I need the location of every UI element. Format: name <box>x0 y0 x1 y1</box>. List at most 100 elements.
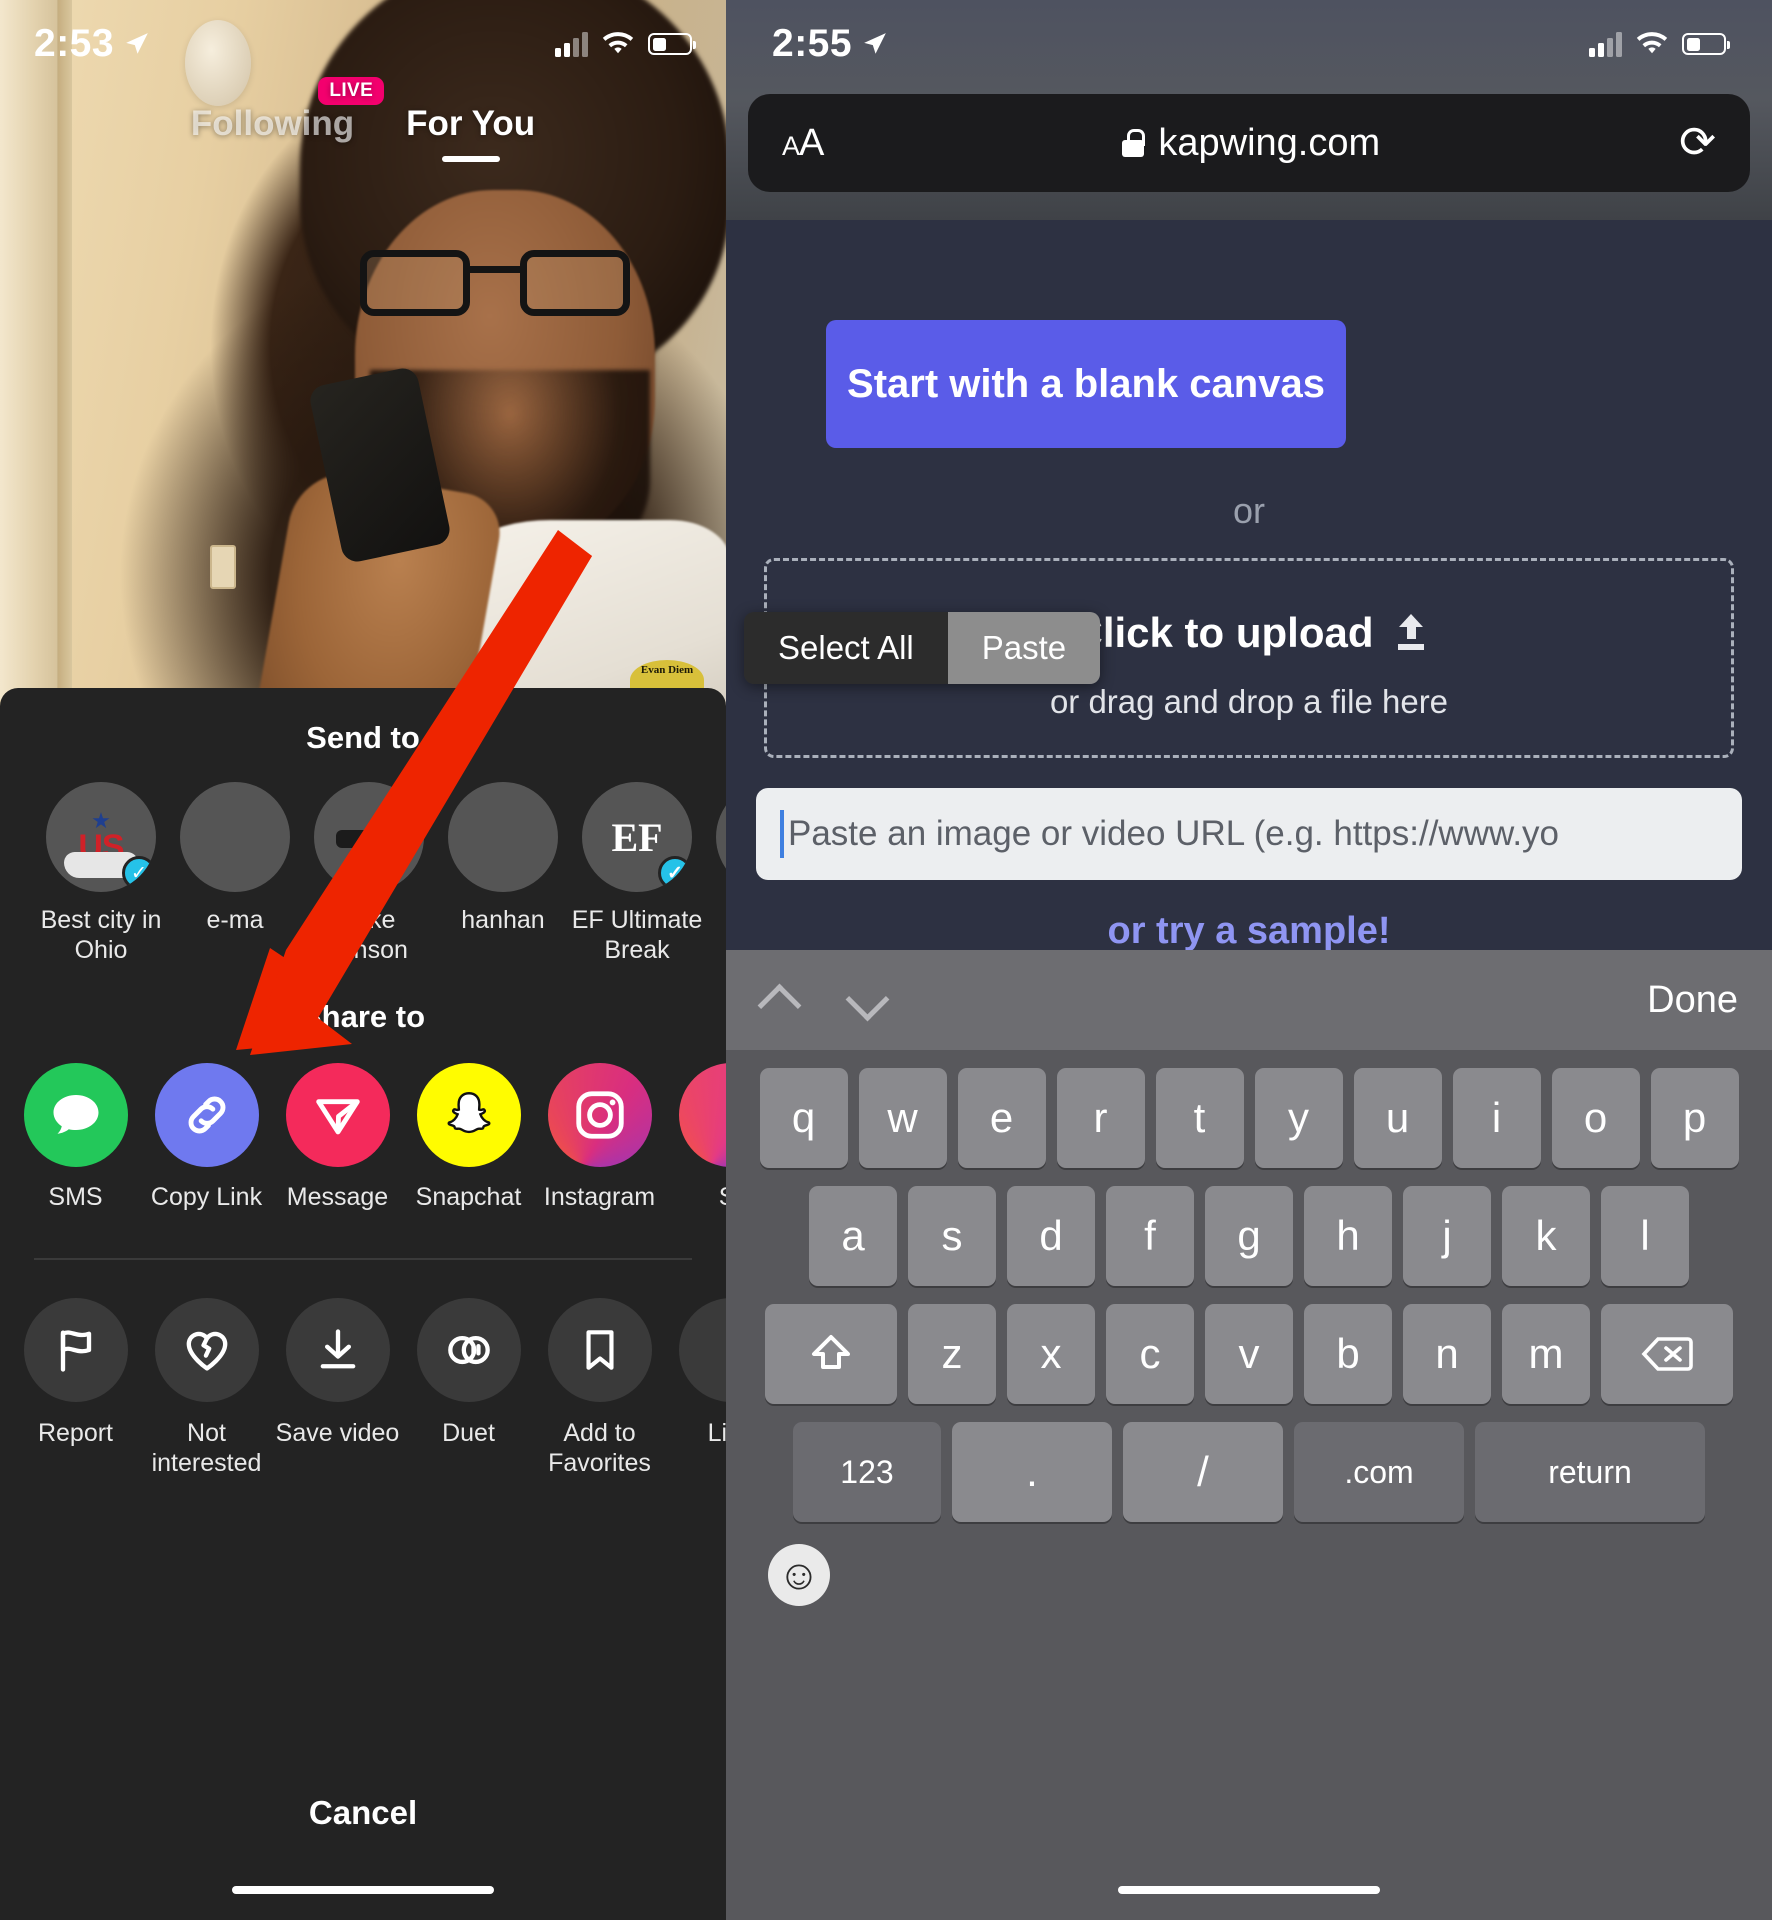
key-d[interactable]: d <box>1007 1186 1095 1286</box>
key-o[interactable]: o <box>1551 1068 1640 1168</box>
key-j[interactable]: j <box>1403 1186 1491 1286</box>
keyboard-toolbar: Done <box>726 950 1772 1050</box>
shift-key[interactable] <box>765 1304 897 1404</box>
share-app-sms[interactable]: SMS <box>10 1063 141 1212</box>
key-z[interactable]: z <box>908 1304 996 1404</box>
feed-tabs: Following LIVE For You <box>0 77 726 162</box>
share-app-label: Snapchat <box>415 1183 522 1211</box>
tab-following-label: Following <box>190 104 355 143</box>
key-m[interactable]: m <box>1502 1304 1590 1404</box>
key-q[interactable]: q <box>759 1068 848 1168</box>
url-input[interactable]: Paste an image or video URL (e.g. https:… <box>756 788 1742 880</box>
key-t[interactable]: t <box>1155 1068 1244 1168</box>
key-x[interactable]: x <box>1007 1304 1095 1404</box>
action-not-interested[interactable]: Not interested <box>141 1298 272 1478</box>
text-size-button[interactable]: AA <box>782 122 824 165</box>
key-slash[interactable]: / <box>1123 1422 1283 1522</box>
send-to-contacts-row[interactable]: ★ US ✓ Best city in Ohio e-ma Mike Hinso… <box>0 756 726 965</box>
ios-keyboard: Done q w e r t y u i o p a s d f g h j k… <box>726 950 1772 1920</box>
tab-following[interactable]: Following LIVE <box>190 77 385 144</box>
context-menu-select-all[interactable]: Select All <box>744 612 948 684</box>
avatar <box>180 782 290 892</box>
url-display[interactable]: kapwing.com <box>823 122 1679 165</box>
verified-badge-icon: ✓ <box>658 856 692 890</box>
cancel-button[interactable]: Cancel <box>0 1794 726 1832</box>
contact-name: EF Ultimate Break <box>571 906 703 964</box>
or-label: or <box>1232 490 1265 531</box>
share-app-label: SMS <box>48 1183 103 1211</box>
address-bar[interactable]: AA kapwing.com ⟳ <box>748 94 1750 192</box>
share-app-snapchat[interactable]: Snapchat <box>403 1063 534 1212</box>
avatar <box>716 782 726 892</box>
status-bar-time: 2:53 <box>34 22 115 65</box>
key-dotcom[interactable]: .com <box>1294 1422 1464 1522</box>
chevron-down-icon[interactable] <box>848 982 884 1018</box>
contact-item[interactable]: ★ US ✓ Best city in Ohio <box>34 782 168 965</box>
action-duet[interactable]: Duet <box>403 1298 534 1478</box>
contact-item[interactable]: Mike Hinson <box>302 782 436 965</box>
action-add-to-favorites[interactable]: Add to Favorites <box>534 1298 665 1478</box>
tab-for-you[interactable]: For You <box>406 104 535 162</box>
actions-row[interactable]: Report Not interested Save video Duet Ad… <box>0 1260 726 1478</box>
contact-name: e-ma <box>206 906 264 934</box>
key-r[interactable]: r <box>1056 1068 1145 1168</box>
key-n[interactable]: n <box>1403 1304 1491 1404</box>
key-c[interactable]: c <box>1106 1304 1194 1404</box>
try-sample-link[interactable]: or try a sample! <box>726 910 1772 953</box>
keyboard-done-button[interactable]: Done <box>1647 979 1738 1022</box>
tiktok-message-send-icon <box>285 1063 390 1167</box>
share-app-message[interactable]: Message <box>272 1063 403 1212</box>
wifi-icon <box>602 32 634 54</box>
tab-active-underline <box>441 156 500 162</box>
contact-item[interactable]: EF ✓ EF Ultimate Break <box>570 782 704 965</box>
key-l[interactable]: l <box>1601 1186 1689 1286</box>
context-menu-paste[interactable]: Paste <box>947 612 1101 684</box>
context-menu[interactable]: Select All Paste <box>744 612 1101 684</box>
key-numeric[interactable]: 123 <box>793 1422 941 1522</box>
key-period[interactable]: . <box>952 1422 1112 1522</box>
send-to-title: Send to <box>306 720 420 755</box>
action-live[interactable]: Live <box>665 1298 726 1478</box>
key-i[interactable]: i <box>1452 1068 1541 1168</box>
key-f[interactable]: f <box>1106 1186 1194 1286</box>
snapchat-ghost-icon <box>416 1063 521 1167</box>
share-to-apps-row[interactable]: SMS Copy Link Message Snapchat Instagram <box>0 1035 726 1212</box>
emoji-face-icon[interactable]: ☺ <box>768 1544 830 1606</box>
battery-icon <box>1682 33 1730 55</box>
key-y[interactable]: y <box>1254 1068 1343 1168</box>
video-person-glasses <box>360 250 630 318</box>
key-a[interactable]: a <box>809 1186 897 1286</box>
key-u[interactable]: u <box>1353 1068 1442 1168</box>
contact-item[interactable]: e-ma <box>168 782 302 965</box>
action-save-video[interactable]: Save video <box>272 1298 403 1478</box>
reload-icon[interactable]: ⟳ <box>1679 121 1716 165</box>
share-app-instagram[interactable]: Instagram <box>534 1063 665 1212</box>
key-e[interactable]: e <box>957 1068 1046 1168</box>
contact-item[interactable]: hanhan <box>436 782 570 965</box>
start-blank-canvas-button[interactable]: Start with a blank canvas <box>826 320 1346 448</box>
backspace-key[interactable] <box>1601 1304 1733 1404</box>
text-caret <box>780 810 784 858</box>
share-app-label: St <box>665 1183 726 1212</box>
instagram-camera-icon <box>547 1063 652 1167</box>
key-w[interactable]: w <box>858 1068 947 1168</box>
status-bar-indicators <box>1589 31 1730 57</box>
live-badge: LIVE <box>318 77 385 105</box>
contact-item[interactable] <box>704 782 726 965</box>
lock-icon <box>1122 129 1146 157</box>
share-app-copy-link[interactable]: Copy Link <box>141 1063 272 1212</box>
key-v[interactable]: v <box>1205 1304 1293 1404</box>
key-p[interactable]: p <box>1650 1068 1739 1168</box>
keyboard-nav-group <box>760 982 884 1018</box>
key-b[interactable]: b <box>1304 1304 1392 1404</box>
key-s[interactable]: s <box>908 1186 996 1286</box>
key-g[interactable]: g <box>1205 1186 1293 1286</box>
key-return[interactable]: return <box>1475 1422 1705 1522</box>
share-app-label: Message <box>286 1183 389 1211</box>
key-k[interactable]: k <box>1502 1186 1590 1286</box>
action-report[interactable]: Report <box>10 1298 141 1478</box>
avatar <box>314 782 424 892</box>
share-app-more[interactable]: St <box>665 1063 726 1212</box>
chevron-up-icon[interactable] <box>760 982 796 1018</box>
key-h[interactable]: h <box>1304 1186 1392 1286</box>
